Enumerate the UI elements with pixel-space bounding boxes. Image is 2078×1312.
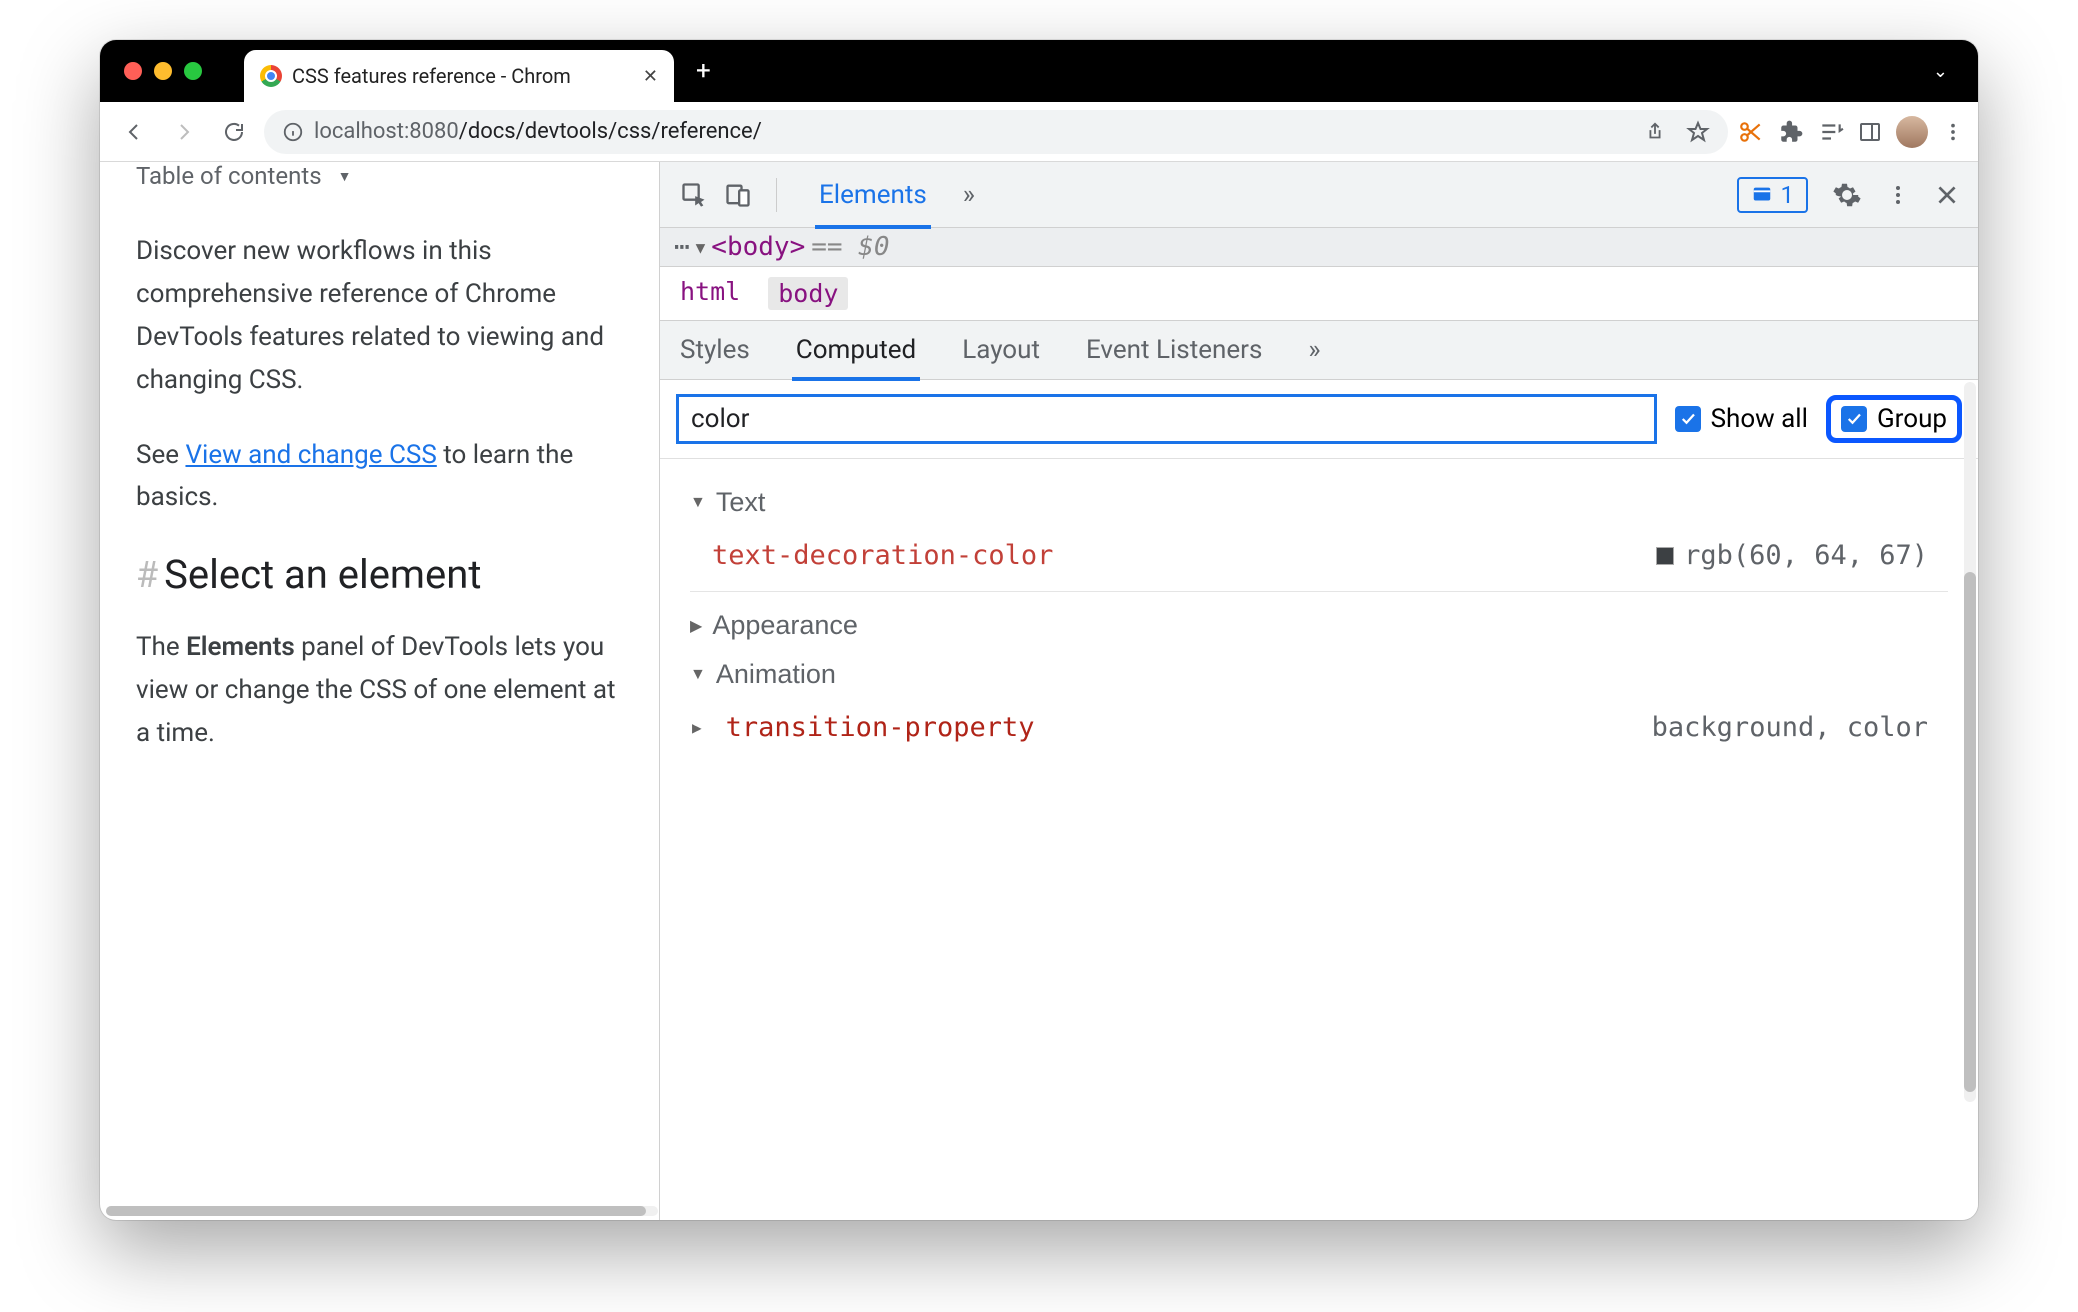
group-text: ▼ Text text-decoration-color rgb(60, 64,… bbox=[690, 487, 1948, 592]
page-content: Table of contents ▼ Discover new workflo… bbox=[100, 162, 660, 1220]
extensions-icon[interactable] bbox=[1778, 119, 1804, 145]
profile-avatar[interactable] bbox=[1896, 116, 1928, 148]
crumb-body[interactable]: body bbox=[768, 277, 848, 310]
subtab-event-listeners[interactable]: Event Listeners bbox=[1086, 323, 1262, 377]
device-toolbar-icon[interactable] bbox=[722, 179, 754, 211]
browser-window: CSS features reference - Chrom ✕ + ⌄ loc… bbox=[100, 40, 1978, 1220]
dom-ref: == $0 bbox=[811, 232, 889, 262]
group-appearance-header[interactable]: ▶ Appearance bbox=[690, 610, 1948, 641]
prop-text-decoration-color[interactable]: text-decoration-color rgb(60, 64, 67) bbox=[690, 532, 1948, 592]
forward-button[interactable] bbox=[164, 112, 204, 152]
minimize-window-button[interactable] bbox=[154, 62, 172, 80]
dom-ellipsis: ⋯ bbox=[674, 232, 690, 262]
color-swatch-icon[interactable] bbox=[1656, 547, 1674, 565]
devtools-header: Elements » 1 bbox=[660, 162, 1978, 228]
devtools-menu-icon[interactable] bbox=[1886, 183, 1910, 207]
intro-paragraph: Discover new workflows in this comprehen… bbox=[136, 230, 623, 402]
elements-panel-paragraph: The Elements panel of DevTools lets you … bbox=[136, 626, 623, 755]
see-paragraph: See View and change CSS to learn the bas… bbox=[136, 434, 623, 520]
prop-transition-property[interactable]: ▶ transition-property background, color bbox=[690, 704, 1948, 763]
reading-list-icon[interactable] bbox=[1818, 119, 1844, 145]
show-all-checkbox[interactable]: Show all bbox=[1675, 404, 1808, 434]
subtab-layout[interactable]: Layout bbox=[962, 323, 1040, 377]
titlebar: CSS features reference - Chrom ✕ + ⌄ bbox=[100, 40, 1978, 102]
crumb-html[interactable]: html bbox=[680, 277, 740, 310]
maximize-window-button[interactable] bbox=[184, 62, 202, 80]
new-tab-button[interactable]: + bbox=[696, 56, 711, 86]
expand-triangle-icon: ▼ bbox=[690, 494, 706, 512]
devtools-panel: Elements » 1 ⋯ ▼ <body> == $0 bbox=[660, 162, 1978, 1220]
url-text: localhost:8080/docs/devtools/css/referen… bbox=[314, 119, 762, 144]
select-element-heading: # Select an element bbox=[136, 551, 623, 598]
close-window-button[interactable] bbox=[124, 62, 142, 80]
view-change-css-link[interactable]: View and change CSS bbox=[185, 440, 436, 470]
expand-triangle-icon: ▼ bbox=[690, 666, 706, 684]
address-bar[interactable]: localhost:8080/docs/devtools/css/referen… bbox=[264, 110, 1728, 154]
group-animation-header[interactable]: ▼ Animation bbox=[690, 659, 1948, 690]
inspect-element-icon[interactable] bbox=[678, 179, 710, 211]
tab-close-icon[interactable]: ✕ bbox=[643, 66, 658, 87]
group-label: Group bbox=[1877, 404, 1947, 434]
issues-count: 1 bbox=[1781, 181, 1795, 209]
dom-tag: <body> bbox=[711, 232, 805, 262]
styles-subtabs: Styles Computed Layout Event Listeners » bbox=[660, 320, 1978, 380]
expand-triangle-icon[interactable]: ▶ bbox=[692, 718, 702, 737]
settings-gear-icon[interactable] bbox=[1832, 180, 1862, 210]
dom-tree-row[interactable]: ⋯ ▼ <body> == $0 bbox=[660, 228, 1978, 267]
tab-title: CSS features reference - Chrom bbox=[292, 64, 633, 88]
group-checkbox[interactable]: Group bbox=[1826, 395, 1962, 443]
reload-button[interactable] bbox=[214, 112, 254, 152]
subtab-computed[interactable]: Computed bbox=[796, 323, 916, 377]
expand-triangle-icon: ▶ bbox=[690, 616, 702, 636]
chevron-down-icon: ▼ bbox=[338, 168, 352, 185]
heading-anchor-icon[interactable]: # bbox=[136, 554, 158, 596]
computed-panel: ▼ Text text-decoration-color rgb(60, 64,… bbox=[660, 459, 1978, 791]
horizontal-scrollbar[interactable] bbox=[106, 1206, 658, 1216]
toc-label: Table of contents bbox=[136, 162, 322, 190]
share-icon[interactable] bbox=[1644, 121, 1666, 143]
show-all-label: Show all bbox=[1711, 404, 1808, 434]
issues-badge[interactable]: 1 bbox=[1737, 177, 1809, 213]
menu-kebab-icon[interactable] bbox=[1942, 121, 1964, 143]
bookmark-star-icon[interactable] bbox=[1686, 120, 1710, 144]
subtab-styles[interactable]: Styles bbox=[680, 323, 750, 377]
filter-input[interactable] bbox=[676, 394, 1657, 444]
group-animation: ▼ Animation ▶ transition-property backgr… bbox=[690, 659, 1948, 763]
computed-filter-row: Show all Group bbox=[660, 380, 1978, 459]
divider bbox=[776, 178, 777, 212]
subtabs-overflow-icon[interactable]: » bbox=[1308, 323, 1320, 377]
tab-elements[interactable]: Elements bbox=[819, 164, 927, 226]
chrome-logo-icon bbox=[260, 65, 282, 87]
site-info-icon[interactable] bbox=[282, 121, 304, 143]
vertical-scrollbar[interactable] bbox=[1964, 382, 1976, 1102]
browser-toolbar: localhost:8080/docs/devtools/css/referen… bbox=[100, 102, 1978, 162]
main-area: Table of contents ▼ Discover new workflo… bbox=[100, 162, 1978, 1220]
table-of-contents-toggle[interactable]: Table of contents ▼ bbox=[136, 162, 623, 190]
expand-triangle-icon[interactable]: ▼ bbox=[696, 238, 706, 257]
browser-tab[interactable]: CSS features reference - Chrom ✕ bbox=[244, 50, 674, 102]
devtools-close-icon[interactable] bbox=[1934, 182, 1960, 208]
tabs-menu-chevron-icon[interactable]: ⌄ bbox=[1933, 61, 1958, 82]
group-appearance: ▶ Appearance bbox=[690, 610, 1948, 641]
dom-breadcrumbs: html body bbox=[660, 267, 1978, 320]
scissors-icon[interactable] bbox=[1738, 119, 1764, 145]
window-controls bbox=[124, 62, 202, 80]
group-text-header[interactable]: ▼ Text bbox=[690, 487, 1948, 518]
side-panel-icon[interactable] bbox=[1858, 120, 1882, 144]
tabs-overflow-icon[interactable]: » bbox=[963, 164, 975, 226]
back-button[interactable] bbox=[114, 112, 154, 152]
